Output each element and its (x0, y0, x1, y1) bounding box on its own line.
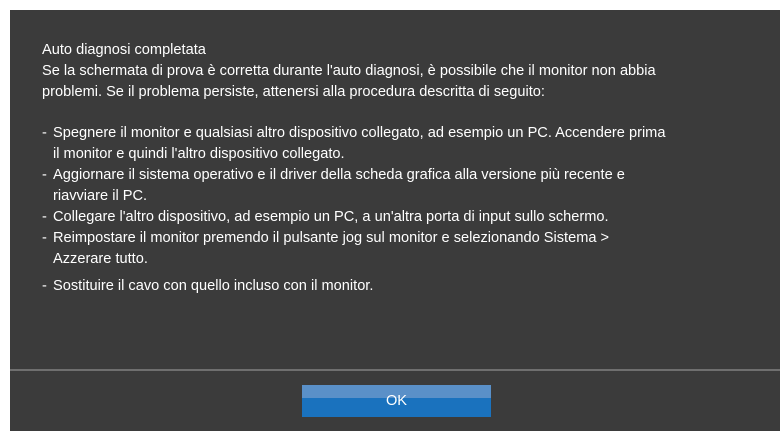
step-item: - Spegnere il monitor e qualsiasi altro … (42, 123, 757, 165)
step-text: Spegnere il monitor e qualsiasi altro di… (53, 125, 666, 141)
bullet-dash: - (42, 230, 47, 246)
bullet-dash: - (42, 125, 47, 141)
step-text: il monitor e quindi l'altro dispositivo … (53, 146, 345, 162)
dialog-title: Auto diagnosi completata (42, 42, 206, 58)
step-text: Aggiornare il sistema operativo e il dri… (53, 167, 625, 183)
step-item: - Aggiornare il sistema operativo e il d… (42, 165, 757, 207)
bullet-dash: - (42, 209, 47, 225)
step-text: Azzerare tutto. (53, 251, 148, 267)
step-text: riavviare il PC. (53, 188, 148, 204)
bullet-dash: - (42, 278, 47, 294)
dialog-divider (10, 369, 780, 371)
step-item: - Reimpostare il monitor premendo il pul… (42, 228, 757, 270)
ok-button[interactable]: OK (302, 385, 491, 417)
step-item: - Sostituire il cavo con quello incluso … (42, 276, 757, 297)
intro-line-2: problemi. Se il problema persiste, atten… (42, 84, 545, 100)
step-text: Reimpostare il monitor premendo il pulsa… (53, 230, 610, 246)
step-item: - Collegare l'altro dispositivo, ad esem… (42, 207, 757, 228)
step-text: Sostituire il cavo con quello incluso co… (53, 278, 374, 294)
intro-line-1: Se la schermata di prova è corretta dura… (42, 63, 656, 79)
step-text: Collegare l'altro dispositivo, ad esempi… (53, 209, 609, 225)
self-diagnosis-dialog: Auto diagnosi completata Se la schermata… (10, 10, 780, 431)
dialog-message: Auto diagnosi completata Se la schermata… (42, 40, 757, 297)
bullet-dash: - (42, 167, 47, 183)
